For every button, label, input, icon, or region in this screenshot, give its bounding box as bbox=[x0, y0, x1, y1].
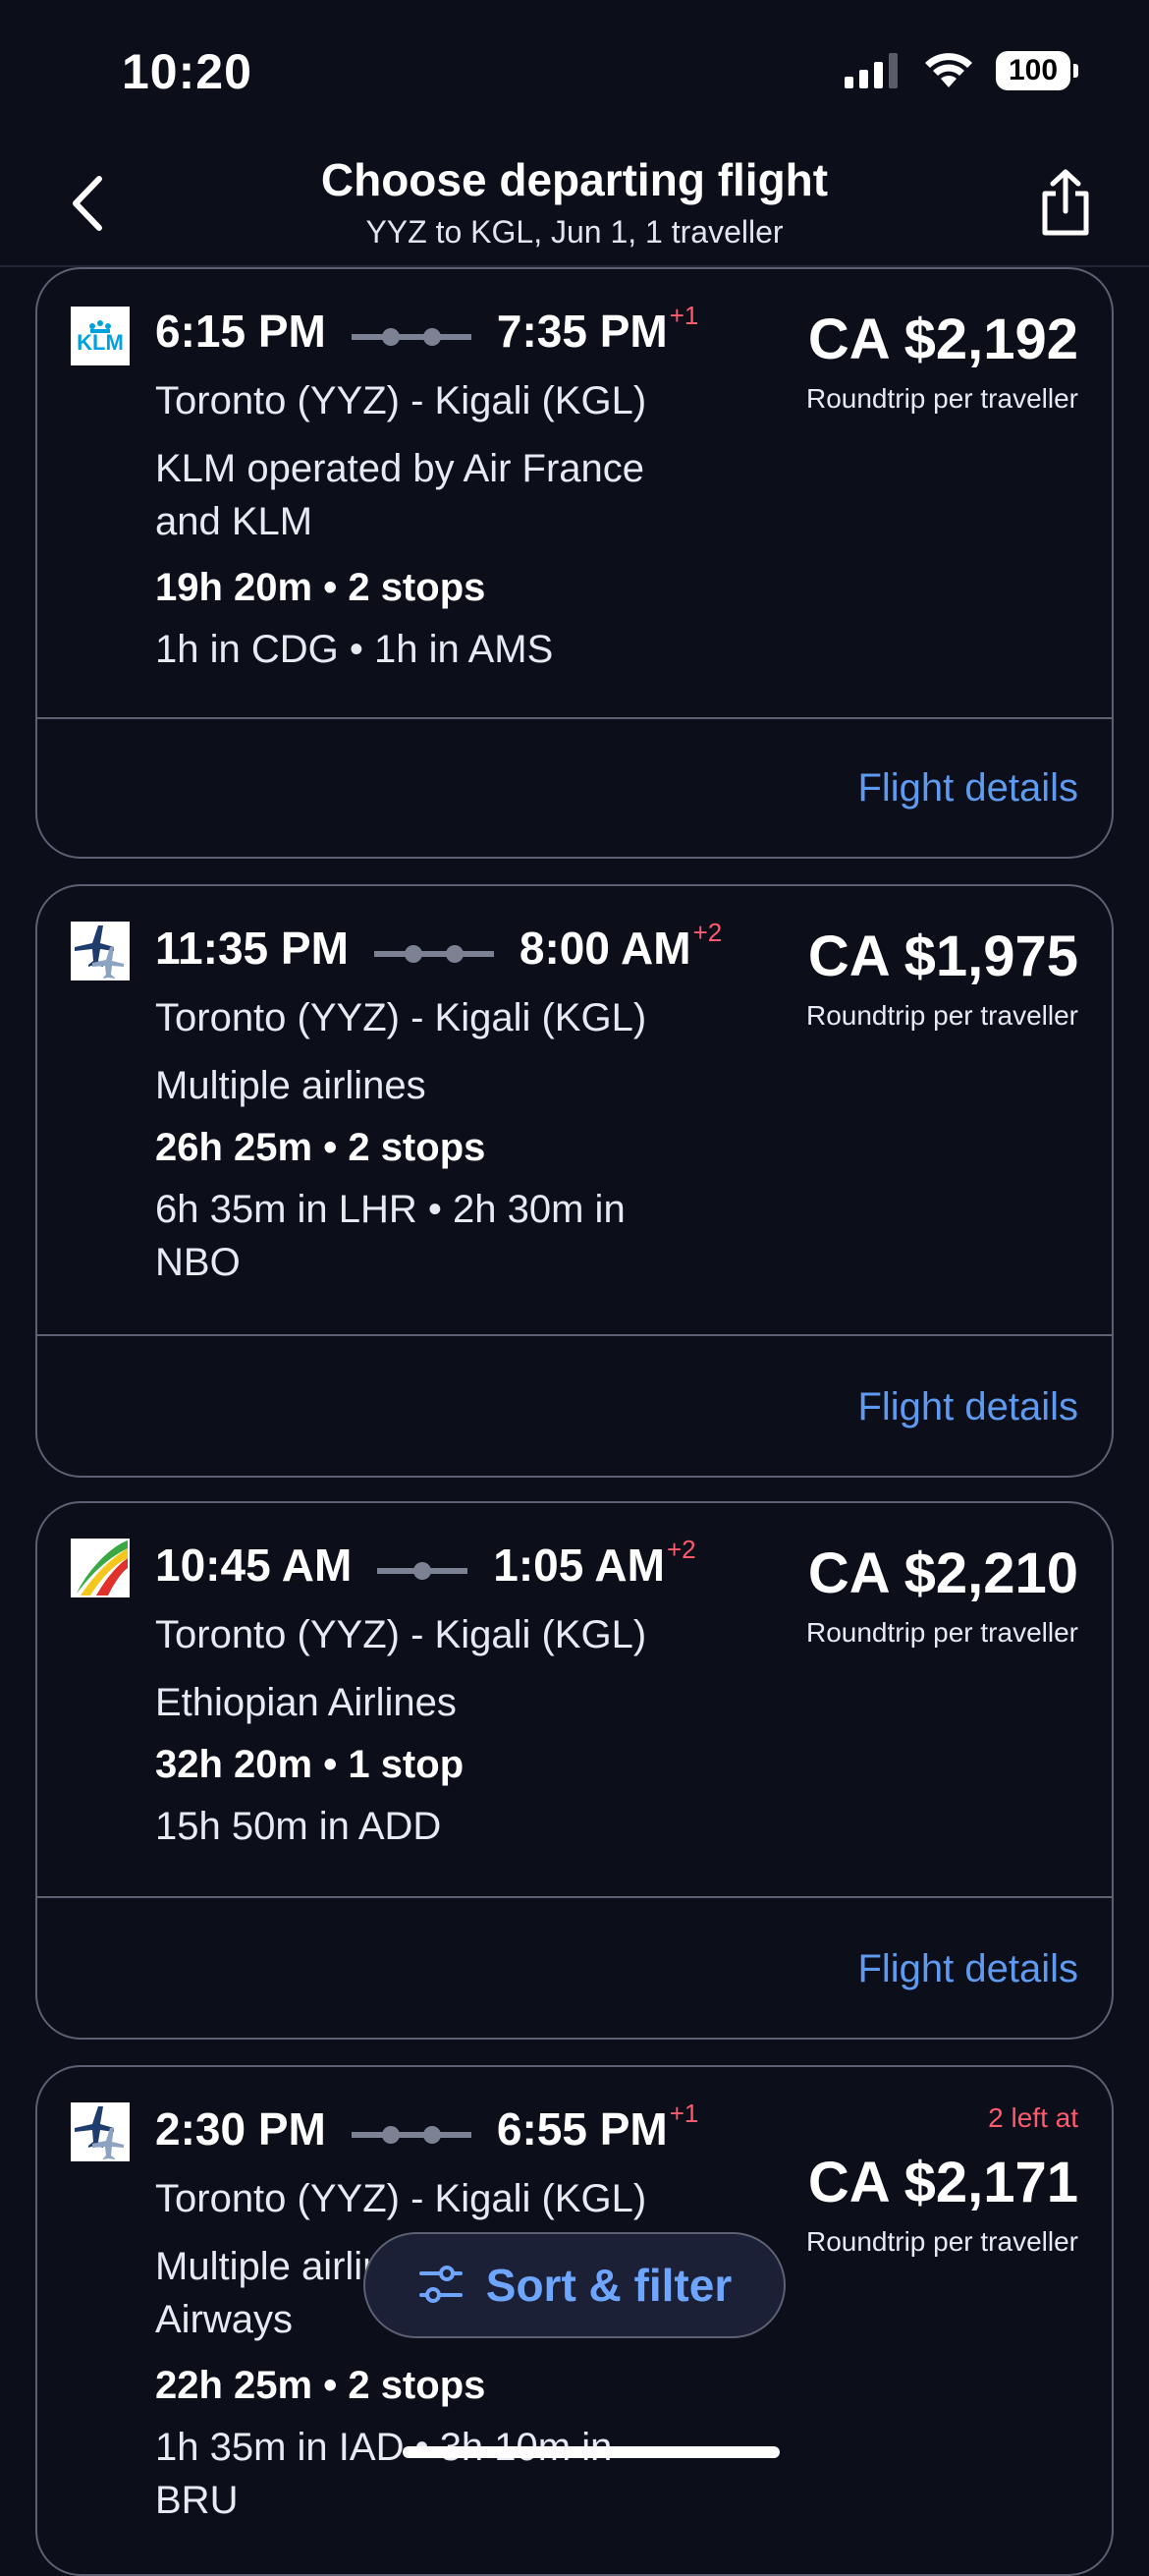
layover-info: 15h 50m in ADD bbox=[155, 1805, 442, 1848]
arrive-time: 8:00 AM bbox=[519, 923, 691, 974]
flight-details-link[interactable]: Flight details bbox=[857, 1947, 1078, 1991]
route: Toronto (YYZ) - Kigali (KGL) bbox=[155, 2177, 647, 2220]
route: Toronto (YYZ) - Kigali (KGL) bbox=[155, 996, 647, 1039]
page-title: Choose departing flight bbox=[320, 154, 829, 205]
layover-info: 6h 35m in LHR • 2h 30m in NBO bbox=[155, 1188, 626, 1284]
depart-time: 2:30 PM bbox=[155, 2103, 326, 2155]
depart-time: 6:15 PM bbox=[155, 306, 326, 357]
duration-stops: 26h 25m • 2 stops bbox=[155, 1126, 486, 1169]
seats-left-badge: 2 left at bbox=[988, 2102, 1078, 2133]
page-subtitle: YYZ to KGL, Jun 1, 1 traveller bbox=[365, 214, 784, 250]
flight-times: 10:45 AM 1:05 AM +2 bbox=[155, 1535, 696, 1592]
status-icons: 100 bbox=[845, 51, 1078, 90]
home-indicator[interactable] bbox=[403, 2446, 780, 2458]
price-note: Roundtrip per traveller bbox=[805, 383, 1078, 414]
svg-text:KLM: KLM bbox=[77, 330, 124, 355]
price-note: Roundtrip per traveller bbox=[805, 1617, 1078, 1648]
stops-indicator bbox=[373, 922, 494, 975]
arrive-time: 7:35 PM bbox=[496, 306, 668, 357]
day-offset: +1 bbox=[669, 2098, 699, 2128]
flight-times: 11:35 PM 8:00 AM +2 bbox=[155, 918, 722, 975]
flight-card[interactable]: KLM 6:15 PM 7:35 PM +1 Toronto (YYZ) - K… bbox=[35, 267, 1114, 859]
route: Toronto (YYZ) - Kigali (KGL) bbox=[155, 1613, 647, 1656]
price-note: Roundtrip per traveller bbox=[805, 1000, 1078, 1031]
stops-indicator bbox=[377, 1539, 468, 1592]
sliders-icon bbox=[418, 2266, 463, 2303]
status-time: 10:20 bbox=[122, 44, 252, 99]
flight-times: 2:30 PM 6:55 PM +1 bbox=[155, 2098, 699, 2156]
stops-indicator bbox=[351, 305, 471, 358]
share-button[interactable] bbox=[1031, 163, 1100, 242]
multiple-airlines-icon bbox=[71, 922, 130, 980]
flight-card[interactable]: 11:35 PM 8:00 AM +2 Toronto (YYZ) - Kiga… bbox=[35, 884, 1114, 1478]
price-note: Roundtrip per traveller bbox=[805, 2226, 1078, 2257]
divider bbox=[37, 717, 1112, 719]
divider bbox=[37, 1334, 1112, 1336]
arrive-time: 1:05 AM bbox=[493, 1540, 665, 1591]
duration-stops: 32h 20m • 1 stop bbox=[155, 1743, 465, 1786]
multiple-airlines-icon bbox=[71, 2102, 130, 2161]
sort-filter-button[interactable]: Sort & filter bbox=[363, 2232, 786, 2338]
divider bbox=[37, 1896, 1112, 1898]
layover-info: 1h in CDG • 1h in AMS bbox=[155, 628, 554, 671]
share-icon bbox=[1042, 169, 1089, 236]
stops-indicator bbox=[351, 2102, 471, 2156]
duration-stops: 22h 25m • 2 stops bbox=[155, 2364, 486, 2407]
airline-name: Multiple airlines bbox=[155, 1064, 426, 1107]
day-offset: +2 bbox=[692, 917, 723, 947]
flight-details-link[interactable]: Flight details bbox=[857, 1385, 1078, 1429]
flight-times: 6:15 PM 7:35 PM +1 bbox=[155, 301, 698, 358]
flight-details-link[interactable]: Flight details bbox=[857, 766, 1078, 811]
airline-name: Ethiopian Airlines bbox=[155, 1681, 457, 1724]
price: CA $2,171 bbox=[807, 2151, 1078, 2214]
klm-logo: KLM bbox=[71, 307, 130, 365]
day-offset: +1 bbox=[669, 300, 699, 330]
route: Toronto (YYZ) - Kigali (KGL) bbox=[155, 379, 647, 422]
day-offset: +2 bbox=[666, 1534, 696, 1564]
ethiopian-airlines-logo bbox=[71, 1539, 130, 1597]
status-bar: 10:20 100 bbox=[0, 0, 1149, 147]
flight-card[interactable]: 10:45 AM 1:05 AM +2 Toronto (YYZ) - Kiga… bbox=[35, 1501, 1114, 2040]
sort-filter-label: Sort & filter bbox=[485, 2260, 733, 2311]
airline-name: KLM operated by Air France and KLM bbox=[155, 447, 645, 543]
cellular-signal-icon bbox=[845, 53, 898, 88]
wifi-icon bbox=[925, 53, 972, 87]
depart-time: 10:45 AM bbox=[155, 1540, 353, 1591]
price: CA $2,210 bbox=[807, 1541, 1078, 1605]
layover-info: 1h 35m in IAD • 3h 10m in BRU bbox=[155, 2426, 613, 2522]
price: CA $1,975 bbox=[807, 924, 1078, 988]
price: CA $2,192 bbox=[807, 308, 1078, 371]
duration-stops: 19h 20m • 2 stops bbox=[155, 566, 486, 609]
arrive-time: 6:55 PM bbox=[496, 2103, 668, 2155]
depart-time: 11:35 PM bbox=[155, 923, 349, 974]
header: Choose departing flight YYZ to KGL, Jun … bbox=[0, 147, 1149, 267]
battery-icon: 100 bbox=[996, 51, 1078, 90]
